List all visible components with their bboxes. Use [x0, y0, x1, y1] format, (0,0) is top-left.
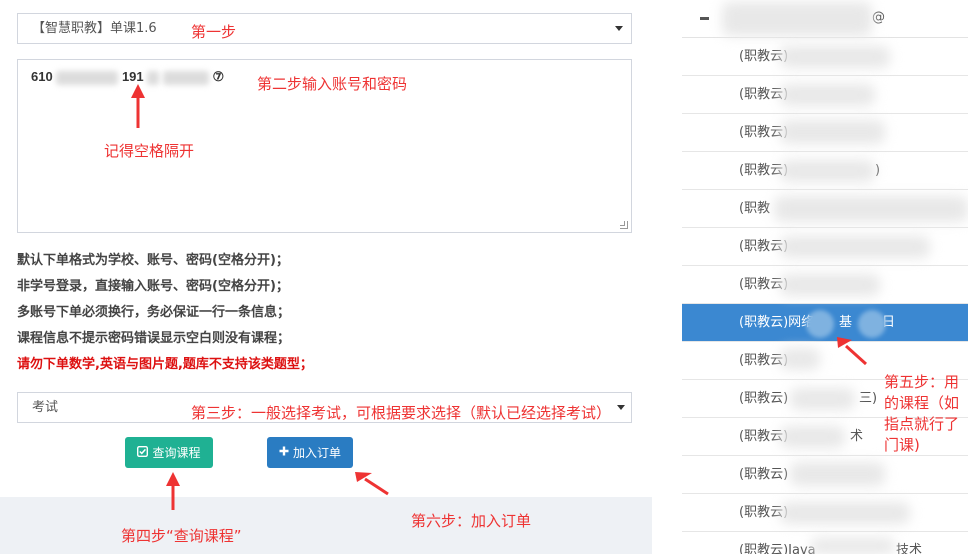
annotation-step5-line: 门课) — [884, 436, 920, 454]
course-item-label: (职教 — [739, 201, 771, 216]
instruction-notes: 默认下单格式为学校、账号、密码(空格分开)； 非学号登录，直接输入账号、密码(空… — [17, 252, 637, 382]
redacted-char — [147, 70, 160, 85]
query-courses-label: 查询课程 — [152, 446, 201, 460]
redaction-smear — [790, 462, 885, 486]
annotation-step3: 第三步：一般选择考试，可根据要求选择（默认已经选择考试） — [191, 404, 612, 422]
course-item-label: (职教云) — [739, 391, 789, 406]
redacted-password-part — [162, 70, 209, 85]
redaction-smear — [810, 538, 895, 554]
check-square-icon — [137, 445, 149, 460]
annotation-step6: 第六步：加入订单 — [411, 512, 532, 530]
redaction-smear — [780, 426, 845, 448]
course-item-extra: 技术 — [896, 543, 923, 554]
panel-gap — [652, 0, 682, 554]
warning-note: 请勿下单数学,英语与图片题,题库不支持该类题型； — [17, 357, 313, 372]
account-suffix: ⑦ — [212, 69, 225, 84]
redaction-smear — [780, 502, 910, 524]
account-mid: 191 — [121, 69, 144, 84]
course-item-label: (职教云)网络 — [739, 315, 815, 330]
annotation-step4: 第四步“查询课程” — [121, 527, 242, 545]
collapse-icon[interactable] — [700, 17, 709, 20]
redaction-blob — [858, 310, 886, 338]
annotation-step5-line: 指点就行了 — [884, 415, 960, 433]
redaction-smear — [780, 84, 875, 106]
redacted-account-part — [56, 70, 119, 85]
resize-grip-icon[interactable] — [620, 221, 628, 229]
course-item-extra: 术 — [850, 429, 864, 444]
account-text-content: 610 191 ⑦ — [31, 69, 224, 85]
course-item-extra: 基 — [839, 315, 853, 330]
course-list-panel: @ (职教云) (职教云) (职教云) (职教云)) (职教 (职教云) (职教… — [682, 0, 968, 554]
course-type-select[interactable]: 【智慧职教】单课1.6 — [17, 13, 632, 44]
caret-down-icon — [617, 405, 625, 410]
note-line: 非学号登录，直接输入账号、密码(空格分开)； — [17, 279, 289, 294]
add-to-order-label: 加入订单 — [292, 446, 341, 460]
redaction-smear — [780, 120, 885, 144]
course-type-select-value: 【智慧职教】单课1.6 — [32, 21, 157, 36]
redaction-smear — [790, 388, 855, 410]
course-item-label: (职教云)Java — [739, 543, 816, 554]
redaction-smear — [780, 348, 820, 370]
redaction-smear — [780, 160, 875, 182]
redaction-smear — [780, 46, 890, 68]
annotation-step5-line: 的课程（如 — [884, 394, 960, 412]
annotation-space-hint: 记得空格隔开 — [104, 142, 195, 160]
course-item-extra: 三) — [859, 391, 878, 406]
add-to-order-button[interactable]: 加入订单 — [267, 437, 353, 468]
plus-icon — [279, 446, 289, 459]
annotation-step2: 第二步输入账号和密码 — [257, 75, 408, 93]
account-email-tail: @ — [872, 10, 885, 25]
task-type-select-value: 考试 — [32, 400, 59, 415]
left-panel-footer — [0, 497, 652, 554]
note-line: 默认下单格式为学校、账号、密码(空格分开)； — [17, 253, 289, 268]
account-prefix: 610 — [31, 69, 53, 84]
caret-down-icon — [615, 26, 623, 31]
redaction-blob — [806, 310, 834, 338]
redaction-smear — [780, 274, 880, 296]
course-item-extra: ) — [875, 163, 881, 178]
query-courses-button[interactable]: 查询课程 — [125, 437, 213, 468]
note-line: 课程信息不提示密码错误显示空白则没有课程； — [17, 331, 291, 346]
redaction-smear — [780, 236, 930, 258]
annotation-step5-line: 第五步：用 — [884, 373, 960, 391]
redaction-smear — [722, 2, 872, 36]
annotation-step5: 第五步：用 的课程（如 指点就行了 门课) — [884, 372, 959, 456]
annotation-step1: 第一步 — [191, 23, 237, 41]
redaction-smear — [774, 196, 968, 222]
note-line: 多账号下单必须换行，务必保证一行一条信息； — [17, 305, 291, 320]
course-item-label: (职教云) — [739, 467, 789, 482]
